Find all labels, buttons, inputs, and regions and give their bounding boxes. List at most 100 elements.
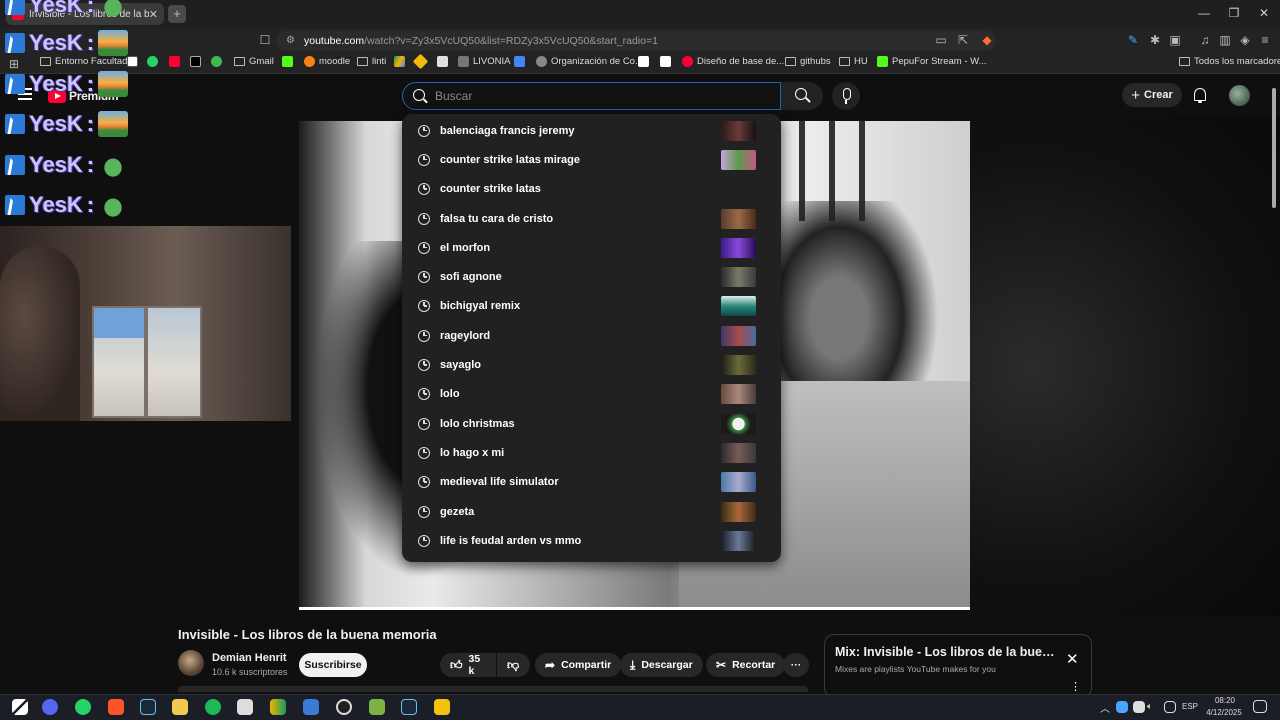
share-button[interactable]: ➦ Compartir	[535, 653, 622, 677]
cast-icon[interactable]: ▭	[934, 33, 948, 47]
bookmark-diseno[interactable]: Diseño de base de...	[682, 56, 784, 67]
suggestion-item[interactable]: sayaglo	[402, 350, 781, 379]
media-icon[interactable]: ♫	[1198, 33, 1212, 47]
network-icon[interactable]	[1164, 701, 1176, 713]
bookmark-organizacion[interactable]: Organización de Co...	[536, 56, 643, 67]
bookmark-notion[interactable]	[127, 56, 138, 67]
page-scrollbar[interactable]	[1272, 88, 1276, 208]
suggestion-item[interactable]: sofi agnone	[402, 262, 781, 291]
bookmark-hu[interactable]: HU	[839, 56, 868, 67]
bookmark-githubs[interactable]: githubs	[785, 56, 831, 67]
like-button[interactable]: 👍︎ 35 k	[440, 653, 496, 677]
download-button[interactable]: ⤓ Descargar	[620, 653, 703, 677]
app-icon[interactable]	[303, 699, 319, 715]
bookmark-drive[interactable]	[394, 56, 405, 67]
obs-icon[interactable]	[336, 699, 352, 715]
volume-icon[interactable]: 🔈︎	[1147, 701, 1152, 712]
search-input[interactable]	[435, 87, 765, 105]
tray-app-icon[interactable]	[1133, 701, 1145, 713]
app-icon[interactable]	[237, 699, 253, 715]
bookmark-star-icon[interactable]: ☐	[258, 33, 272, 47]
notifications-center-icon[interactable]	[1253, 700, 1267, 713]
wallet-icon[interactable]: ▣	[1168, 33, 1182, 47]
suggestion-item[interactable]: medieval life simulator	[402, 468, 781, 497]
brave-shield-icon[interactable]: ◆	[980, 33, 994, 47]
suggestion-item[interactable]: bichigyal remix	[402, 292, 781, 321]
bookmark-x[interactable]	[190, 56, 201, 67]
user-avatar[interactable]	[1229, 85, 1250, 106]
bookmark-binance[interactable]	[412, 53, 429, 70]
app-icon[interactable]	[369, 699, 385, 715]
bookmark-gmail[interactable]: Gmail	[234, 56, 274, 67]
steam-icon[interactable]	[140, 699, 156, 715]
description-box[interactable]	[178, 686, 808, 692]
suggestion-item[interactable]: lo hago x mi	[402, 438, 781, 467]
subscribe-button[interactable]: Suscribirse	[299, 653, 367, 677]
create-button[interactable]: + Crear	[1122, 83, 1182, 107]
bookmark-r2[interactable]	[660, 56, 671, 67]
extensions-icon[interactable]: ✱	[1148, 33, 1162, 47]
bookmark-whatsapp[interactable]	[147, 56, 158, 67]
menu-icon[interactable]: ≡	[1258, 33, 1272, 47]
bookmark-pepufor[interactable]: PepuFor Stream - W...	[877, 56, 987, 67]
window-close-button[interactable]: ✕	[1254, 6, 1274, 20]
channel-name[interactable]: Demian Henrit	[212, 652, 287, 664]
app-icon[interactable]	[434, 699, 450, 715]
bookmark-r1[interactable]	[638, 56, 649, 67]
tab-close-icon[interactable]: ✕	[149, 8, 158, 21]
steam-icon[interactable]	[401, 699, 417, 715]
new-tab-button[interactable]: +	[168, 5, 186, 23]
search-box[interactable]	[402, 82, 781, 110]
more-actions-button[interactable]: ···	[783, 653, 809, 677]
share-icon[interactable]: ⇱	[956, 33, 970, 47]
windows-start-icon[interactable]	[12, 699, 28, 715]
mix-menu-icon[interactable]: ⋮	[1070, 680, 1081, 693]
suggestion-item[interactable]: counter strike latas	[402, 175, 781, 204]
suggestion-item[interactable]: balenciaga francis jeremy	[402, 116, 781, 145]
suggestion-item[interactable]: el morfon	[402, 233, 781, 262]
bookmark-calendar[interactable]	[514, 56, 525, 67]
suggestion-item[interactable]: lolo	[402, 380, 781, 409]
clip-button[interactable]: ✂ Recortar	[706, 653, 786, 677]
bookmark-moodle[interactable]: moodle	[304, 56, 350, 67]
notifications-bell-icon[interactable]	[1193, 87, 1207, 103]
bookmark-livonia[interactable]: LIVONIA	[458, 56, 511, 67]
bookmark-kick[interactable]	[282, 56, 293, 67]
translate-icon[interactable]: ✎	[1126, 33, 1140, 47]
language-indicator[interactable]: ESP	[1182, 702, 1198, 711]
clock-time[interactable]: 08:20	[1208, 696, 1242, 705]
voice-search-button[interactable]	[832, 82, 860, 110]
bookmark-all[interactable]: Todos los marcadores	[1179, 56, 1280, 67]
minimize-button[interactable]: —	[1194, 6, 1214, 20]
suggestion-item[interactable]: life is feudal arden vs mmo	[402, 526, 781, 555]
whatsapp-icon[interactable]	[75, 699, 91, 715]
spotify-icon[interactable]	[205, 699, 221, 715]
mix-title[interactable]: Mix: Invisible - Los libros de la buen..…	[835, 645, 1057, 659]
apps-grid-icon[interactable]: ⊞	[7, 57, 21, 71]
bookmark-livonia-a[interactable]	[437, 56, 448, 67]
mix-close-icon[interactable]: ✕	[1066, 650, 1079, 668]
site-info-icon[interactable]: ⚙	[286, 31, 295, 51]
maximize-button[interactable]: ❐	[1224, 6, 1244, 20]
vpn-icon[interactable]: ◈	[1238, 33, 1252, 47]
suggestion-item[interactable]: rageylord	[402, 321, 781, 350]
suggestion-item[interactable]: counter strike latas mirage	[402, 145, 781, 174]
channel-avatar[interactable]	[178, 650, 204, 676]
suggestion-item[interactable]: lolo christmas	[402, 409, 781, 438]
app-icon[interactable]	[270, 699, 286, 715]
tray-app-icon[interactable]	[1116, 701, 1128, 713]
clock-date[interactable]: 4/12/2025	[1200, 708, 1248, 717]
bookmark-spotify[interactable]	[211, 56, 222, 67]
suggestion-item[interactable]: gezeta	[402, 497, 781, 526]
tray-chevron-icon[interactable]: ︿	[1100, 700, 1110, 715]
discord-icon[interactable]	[42, 699, 58, 715]
sidebar-icon[interactable]: ▥	[1218, 33, 1232, 47]
search-button[interactable]	[781, 82, 823, 110]
dislike-button[interactable]: 👎︎	[497, 653, 530, 677]
bookmark-linti[interactable]: linti	[357, 56, 386, 67]
bookmark-entorno[interactable]: Entorno Facultad	[40, 56, 127, 67]
file-explorer-icon[interactable]	[172, 699, 188, 715]
bookmark-youtube[interactable]	[169, 56, 180, 67]
url-field[interactable]: ⚙ youtube.com/watch?v=Zy3x5VcUQ50&list=R…	[276, 31, 996, 51]
brave-browser-icon[interactable]	[108, 699, 124, 715]
